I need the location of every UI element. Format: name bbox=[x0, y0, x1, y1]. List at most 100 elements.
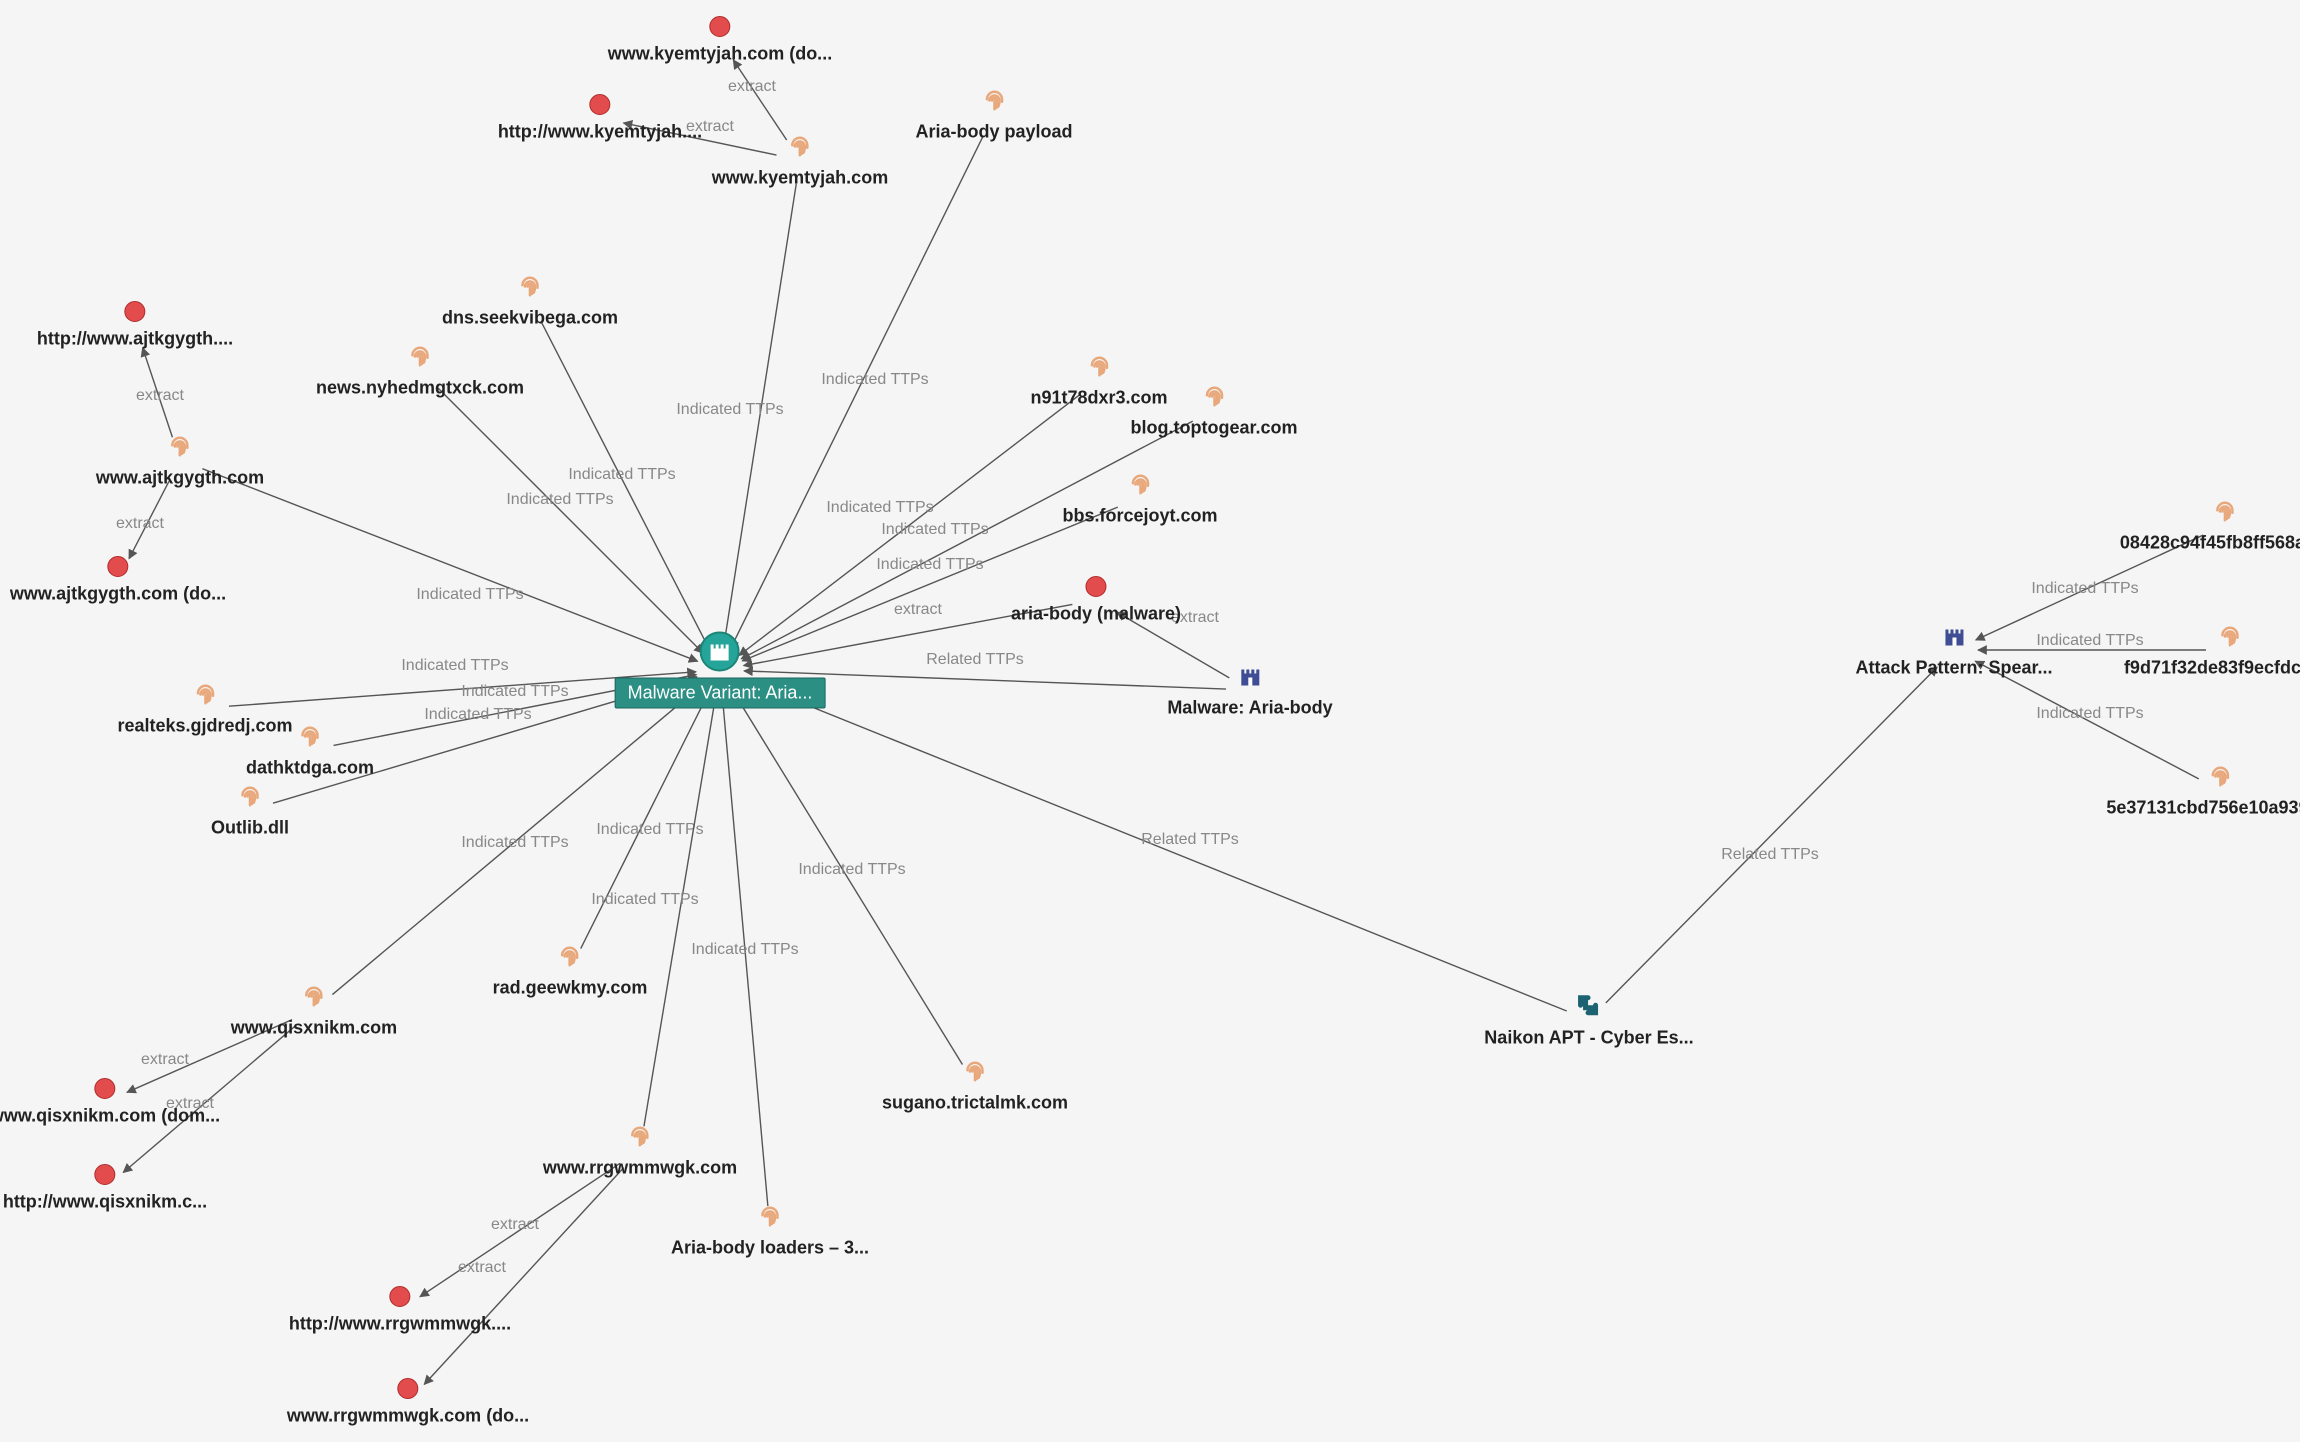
fingerprint-icon bbox=[2215, 622, 2245, 652]
graph-edge bbox=[420, 1163, 620, 1296]
graph-node[interactable]: dns.seekvibega.com bbox=[442, 272, 618, 329]
graph-edge bbox=[143, 348, 173, 437]
fingerprint-icon bbox=[555, 942, 585, 972]
graph-node[interactable]: www.rrgwmmwgk.com (do... bbox=[287, 1378, 529, 1427]
observable-icon bbox=[709, 16, 731, 38]
fingerprint-icon bbox=[299, 982, 329, 1012]
graph-node[interactable]: 08428c94f45fb8ff568a4... bbox=[2120, 497, 2300, 554]
node-label: dns.seekvibega.com bbox=[442, 308, 618, 329]
edge-label: Indicated TTPs bbox=[798, 861, 905, 878]
fingerprint-icon bbox=[295, 722, 325, 752]
graph-node[interactable]: http://www.kyemtyjah.... bbox=[498, 94, 702, 143]
edge-label: extract bbox=[491, 1216, 540, 1233]
graph-node[interactable]: www.ajtkgygth.com (do... bbox=[10, 556, 226, 605]
node-label: blog.toptogear.com bbox=[1130, 418, 1297, 439]
graph-node[interactable]: www.kyemtyjah.com (do... bbox=[608, 16, 832, 65]
fingerprint-icon bbox=[1125, 470, 1155, 500]
graph-edge bbox=[581, 691, 710, 948]
edge-label: extract bbox=[728, 78, 777, 95]
graph-edge bbox=[644, 694, 716, 1127]
node-label: www.qisxnikm.com bbox=[231, 1018, 397, 1039]
fingerprint-icon bbox=[2205, 762, 2235, 792]
graph-node[interactable]: http://www.ajtkgygth.... bbox=[37, 301, 233, 350]
observable-icon bbox=[124, 301, 146, 323]
graph-node[interactable]: Malware Variant: Aria... bbox=[615, 632, 826, 709]
graph-node[interactable]: bbs.forcejoyt.com bbox=[1062, 470, 1217, 527]
node-label: rad.geewkmy.com bbox=[493, 978, 648, 999]
graph-node[interactable]: Attack Pattern: Spear... bbox=[1855, 622, 2052, 679]
edge-label: Indicated TTPs bbox=[821, 371, 928, 388]
node-label: http://www.rrgwmmwgk.... bbox=[289, 1314, 511, 1335]
edge-label: Indicated TTPs bbox=[691, 941, 798, 958]
edge-label: extract bbox=[141, 1051, 190, 1068]
graph-edge bbox=[1606, 667, 1937, 1003]
graph-node[interactable]: rad.geewkmy.com bbox=[493, 942, 648, 999]
graph-node[interactable]: Naikon APT - Cyber Es... bbox=[1484, 992, 1693, 1049]
graph-node[interactable]: sugano.trictalmk.com bbox=[882, 1057, 1068, 1114]
graph-node[interactable]: news.nyhedmgtxck.com bbox=[316, 342, 524, 399]
graph-edge bbox=[437, 387, 703, 653]
node-label: www.qisxnikm.com (dom... bbox=[0, 1106, 220, 1127]
edge-label: Indicated TTPs bbox=[416, 586, 523, 603]
edge-label: Indicated TTPs bbox=[424, 706, 531, 723]
fingerprint-icon bbox=[1084, 352, 1114, 382]
fingerprint-icon bbox=[235, 782, 265, 812]
fingerprint-icon bbox=[979, 86, 1009, 116]
graph-node[interactable]: www.ajtkgygth.com bbox=[96, 432, 264, 489]
edge-label: Indicated TTPs bbox=[2031, 580, 2138, 597]
graph-edge bbox=[742, 679, 1566, 1011]
fingerprint-icon bbox=[785, 132, 815, 162]
node-label: news.nyhedmgtxck.com bbox=[316, 378, 524, 399]
observable-icon bbox=[1085, 576, 1107, 598]
observable-icon bbox=[94, 1164, 116, 1186]
graph-node[interactable]: Malware: Aria-body bbox=[1167, 662, 1332, 719]
node-label: aria-body (malware) bbox=[1011, 604, 1181, 625]
node-label: Naikon APT - Cyber Es... bbox=[1484, 1028, 1693, 1049]
edge-label: Indicated TTPs bbox=[401, 657, 508, 674]
graph-node[interactable]: dathktdga.com bbox=[246, 722, 374, 779]
fingerprint-icon bbox=[2210, 497, 2240, 527]
node-label: Aria-body payload bbox=[915, 122, 1072, 143]
graph-node[interactable]: Aria-body loaders – 3... bbox=[671, 1202, 869, 1259]
node-label: www.kyemtyjah.com bbox=[712, 168, 888, 189]
edge-label: Indicated TTPs bbox=[591, 891, 698, 908]
node-label: dathktdga.com bbox=[246, 758, 374, 779]
node-label: www.rrgwmmwgk.com bbox=[543, 1158, 737, 1179]
node-label: www.kyemtyjah.com (do... bbox=[608, 44, 832, 65]
graph-node[interactable]: Outlib.dll bbox=[211, 782, 289, 839]
edge-label: Indicated TTPs bbox=[461, 683, 568, 700]
graph-node[interactable]: Aria-body payload bbox=[915, 86, 1072, 143]
edge-label: Indicated TTPs bbox=[461, 834, 568, 851]
graph-edge bbox=[129, 481, 169, 558]
node-label: http://www.qisxnikm.c... bbox=[3, 1192, 207, 1213]
graph-edge bbox=[424, 1168, 623, 1385]
graph-node[interactable]: www.rrgwmmwgk.com bbox=[543, 1122, 737, 1179]
edge-label: Indicated TTPs bbox=[596, 821, 703, 838]
node-label: f9d71f32de83f9ecfdc77... bbox=[2124, 658, 2300, 679]
puzzle-icon bbox=[1574, 992, 1604, 1022]
graph-node[interactable]: www.kyemtyjah.com bbox=[712, 132, 888, 189]
graph-node[interactable]: blog.toptogear.com bbox=[1130, 382, 1297, 439]
graph-edge bbox=[733, 690, 963, 1064]
fingerprint-icon bbox=[960, 1057, 990, 1087]
node-label: www.ajtkgygth.com bbox=[96, 468, 264, 489]
observable-icon bbox=[94, 1078, 116, 1100]
graph-node[interactable]: 5e37131cbd756e10a9392... bbox=[2106, 762, 2300, 819]
graph-node[interactable]: www.qisxnikm.com (dom... bbox=[0, 1078, 220, 1127]
observable-icon bbox=[107, 556, 129, 578]
graph-node[interactable]: http://www.qisxnikm.c... bbox=[3, 1164, 207, 1213]
graph-node[interactable]: www.qisxnikm.com bbox=[231, 982, 397, 1039]
graph-node[interactable]: f9d71f32de83f9ecfdc77... bbox=[2124, 622, 2300, 679]
graph-edge bbox=[733, 60, 786, 140]
castle-icon bbox=[700, 632, 740, 672]
graph-node[interactable]: aria-body (malware) bbox=[1011, 576, 1181, 625]
node-label: http://www.ajtkgygth.... bbox=[37, 329, 233, 350]
edge-label: Related TTPs bbox=[1721, 846, 1819, 863]
node-label: http://www.kyemtyjah.... bbox=[498, 122, 702, 143]
graph-node[interactable]: http://www.rrgwmmwgk.... bbox=[289, 1286, 511, 1335]
edge-label: Indicated TTPs bbox=[881, 521, 988, 538]
node-label: www.ajtkgygth.com (do... bbox=[10, 584, 226, 605]
observable-icon bbox=[389, 1286, 411, 1308]
edge-label: Indicated TTPs bbox=[876, 556, 983, 573]
fingerprint-icon bbox=[1199, 382, 1229, 412]
